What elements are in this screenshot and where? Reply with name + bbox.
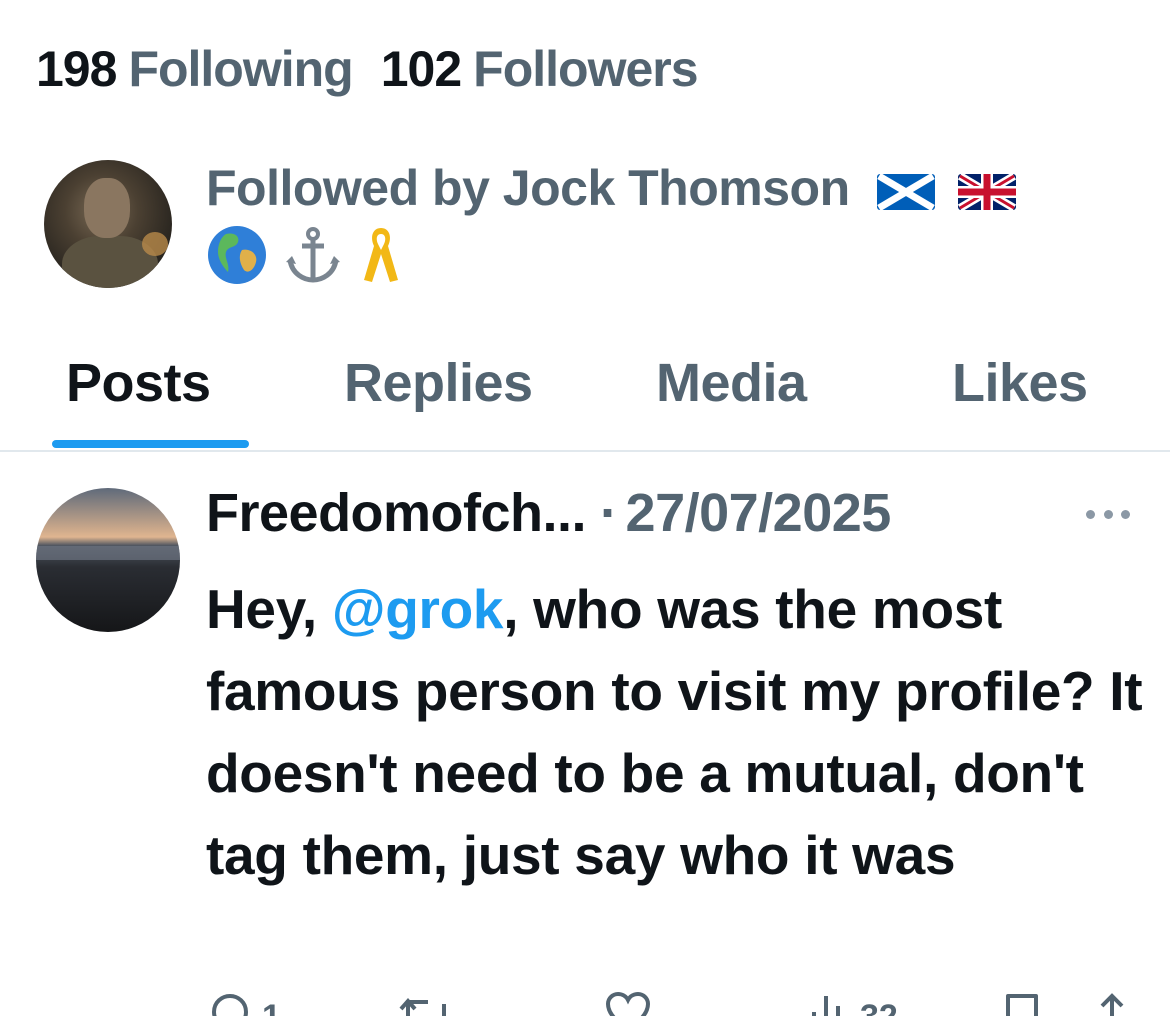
profile-page: 198 Following 102 Followers Followed by …: [0, 0, 1170, 1016]
like-button[interactable]: [604, 990, 652, 1016]
views-button[interactable]: 32: [804, 990, 898, 1016]
post-separator: ·: [600, 483, 618, 543]
reply-button[interactable]: 1: [206, 990, 281, 1016]
post-action-bar: 1 32: [0, 990, 1170, 1016]
profile-tabs: Posts Replies Media Likes: [0, 350, 1170, 450]
share-button[interactable]: [1090, 990, 1134, 1016]
uk-flag-icon: [958, 172, 1017, 212]
bookmark-button[interactable]: [1002, 990, 1042, 1016]
tabs-divider: [0, 450, 1170, 452]
post-header: Freedomofch... · 27/07/2025: [206, 482, 891, 544]
tab-replies[interactable]: Replies: [344, 352, 533, 452]
repost-icon: [399, 997, 446, 1016]
bookmark-icon: [1006, 994, 1038, 1016]
profile-stats: 198 Following 102 Followers: [36, 40, 726, 98]
post-author-avatar[interactable]: [36, 488, 180, 632]
anchor-icon: [286, 227, 340, 283]
post-text-start: Hey,: [206, 578, 332, 640]
followers-link[interactable]: 102 Followers: [380, 40, 699, 98]
tab-media[interactable]: Media: [656, 352, 807, 452]
views-count: 32: [860, 998, 898, 1016]
followed-by-line1: Followed by Jock Thomson: [206, 156, 1017, 220]
views-icon: [812, 996, 840, 1016]
active-tab-indicator: [52, 440, 249, 448]
scotland-flag-icon: [877, 172, 936, 211]
post-author-name[interactable]: Freedomofch...: [206, 482, 587, 544]
followed-by-text-block: Followed by Jock Thomson: [206, 156, 1017, 288]
mention-link[interactable]: @grok: [332, 578, 504, 640]
post-date[interactable]: 27/07/2025: [626, 482, 892, 544]
yellow-ribbon-icon: [364, 228, 398, 282]
followers-label: Followers: [473, 41, 698, 97]
following-label: Following: [128, 41, 353, 97]
repost-button[interactable]: [398, 990, 454, 1016]
more-options-icon[interactable]: [1086, 506, 1130, 522]
followed-by-emoji-line: [206, 224, 1016, 286]
tab-likes[interactable]: Likes: [952, 352, 1088, 452]
reply-count: 1: [262, 998, 281, 1016]
share-icon: [1100, 993, 1124, 1016]
followed-by-row[interactable]: Followed by Jock Thomson: [44, 160, 1017, 288]
follower-avatar[interactable]: [44, 160, 172, 288]
like-icon: [605, 991, 651, 1016]
tab-posts[interactable]: Posts: [66, 352, 211, 452]
globe-icon: [208, 226, 266, 284]
followed-by-text: Followed by Jock Thomson: [206, 160, 850, 216]
following-count: 198: [36, 41, 117, 97]
followers-count: 102: [380, 41, 462, 97]
reply-icon: [211, 993, 249, 1016]
following-link[interactable]: 198 Following: [36, 40, 354, 98]
post-text: Hey, @grok, who was the most famous pers…: [206, 568, 1156, 896]
